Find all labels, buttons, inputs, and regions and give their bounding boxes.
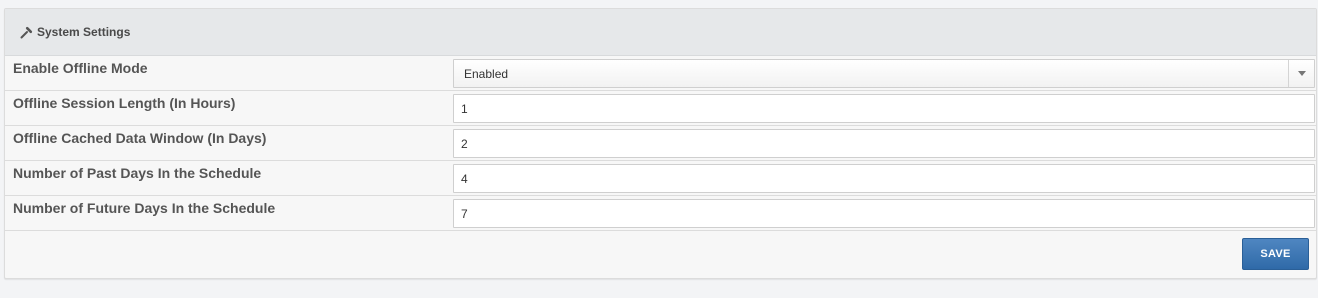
setting-label: Offline Cached Data Window (In Days)	[13, 130, 267, 146]
input-value: 1	[461, 101, 468, 116]
panel-header: System Settings	[5, 9, 1316, 56]
setting-row-cached-data-window: Offline Cached Data Window (In Days) 2	[5, 126, 1316, 161]
save-button[interactable]: SAVE	[1242, 238, 1309, 270]
input-value: 2	[461, 136, 468, 151]
system-settings-panel: System Settings Enable Offline Mode Enab…	[4, 8, 1317, 279]
setting-row-past-days: Number of Past Days In the Schedule 4	[5, 161, 1316, 196]
setting-row-future-days: Number of Future Days In the Schedule 7	[5, 196, 1316, 231]
panel-title: System Settings	[37, 25, 131, 39]
setting-label: Offline Session Length (In Hours)	[13, 95, 236, 111]
input-value: 4	[461, 171, 468, 186]
cached-data-window-input[interactable]: 2	[453, 129, 1315, 158]
panel-footer: SAVE	[5, 231, 1316, 278]
session-length-input[interactable]: 1	[453, 94, 1315, 123]
setting-label: Number of Future Days In the Schedule	[13, 200, 276, 216]
input-value: 7	[461, 206, 468, 221]
setting-label: Number of Past Days In the Schedule	[13, 165, 262, 181]
future-days-input[interactable]: 7	[453, 199, 1315, 228]
setting-row-offline-mode: Enable Offline Mode Enabled	[5, 56, 1316, 91]
chevron-down-icon[interactable]	[1288, 60, 1314, 87]
setting-row-session-length: Offline Session Length (In Hours) 1	[5, 91, 1316, 126]
select-value: Enabled	[464, 66, 509, 81]
offline-mode-select[interactable]: Enabled	[453, 59, 1315, 88]
past-days-input[interactable]: 4	[453, 164, 1315, 193]
setting-label: Enable Offline Mode	[13, 60, 148, 76]
wrench-icon	[19, 25, 33, 39]
